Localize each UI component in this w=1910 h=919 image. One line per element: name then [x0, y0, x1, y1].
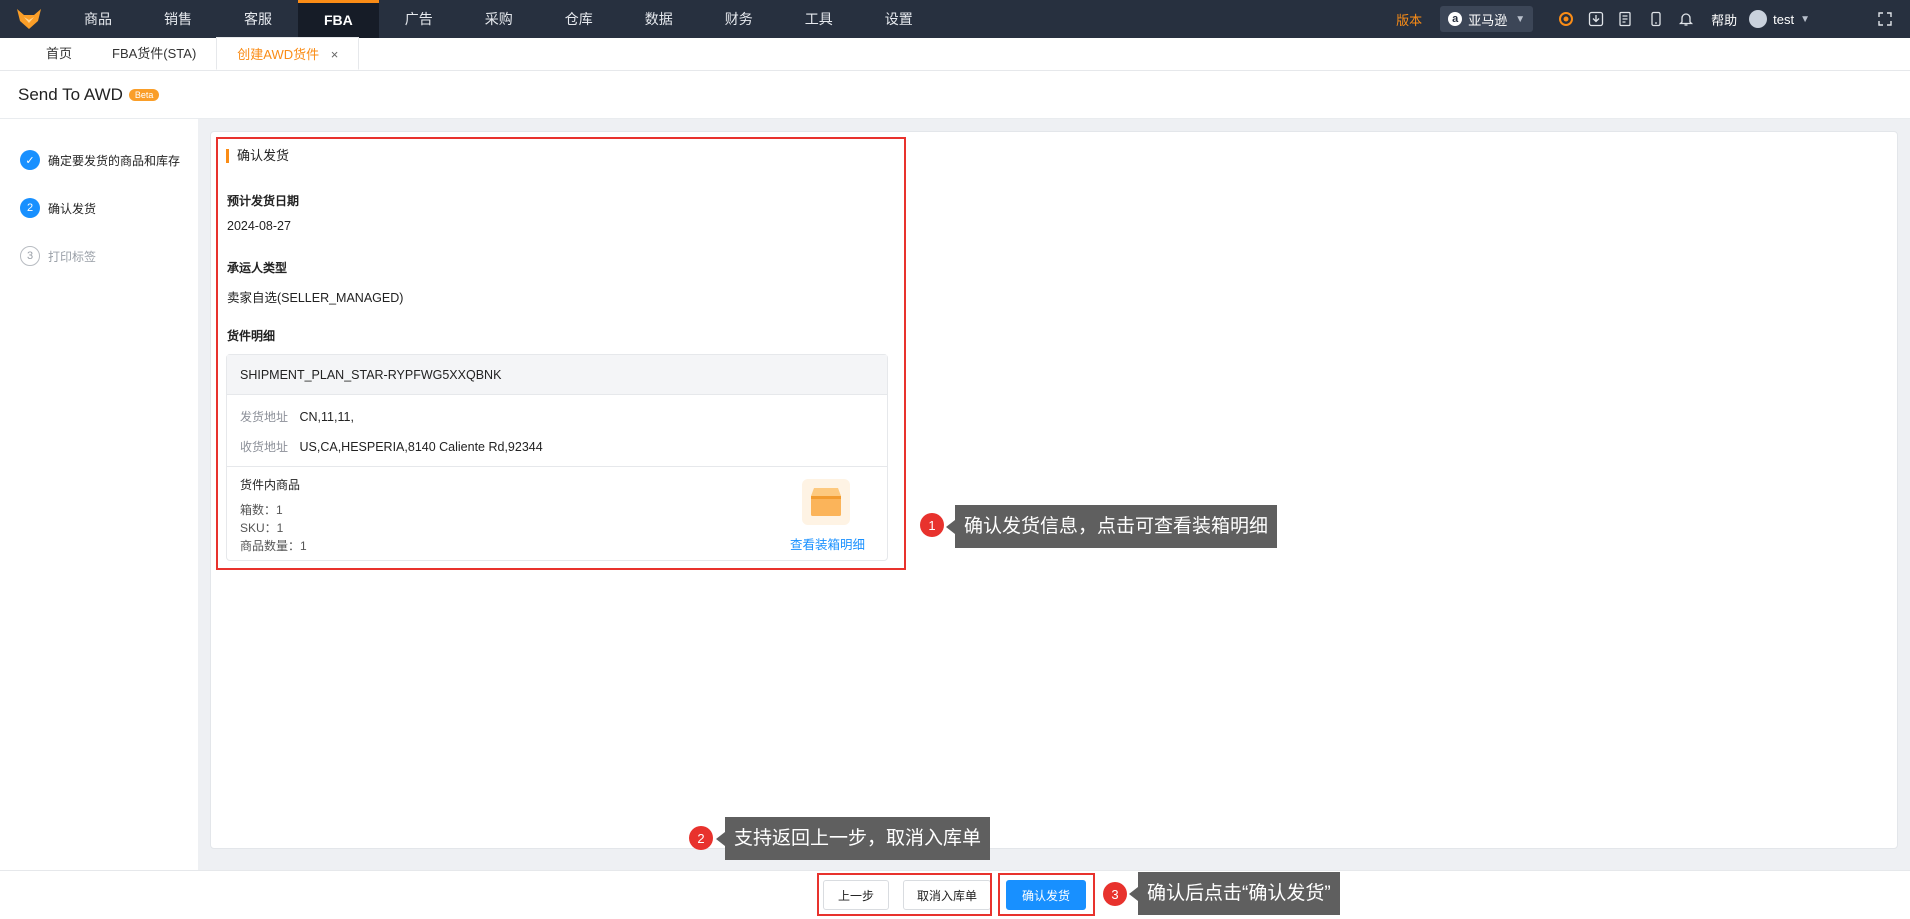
fullscreen-icon[interactable] — [1870, 0, 1900, 38]
carrier-value: 卖家自选(SELLER_MANAGED) — [227, 291, 404, 305]
ship-from-row: 发货地址 CN,11,11, — [240, 408, 354, 425]
ship-to-label: 收货地址 — [240, 440, 289, 454]
box-count: 箱数：1 — [240, 503, 283, 517]
step-number: 2 — [20, 198, 40, 218]
sku-count: SKU：1 — [240, 521, 284, 535]
nav-right-tools: 版本 a 亚马逊 ▼ 帮助 test ▼ — [1396, 0, 1910, 38]
ship-to-value: US,CA,HESPERIA,8140 Caliente Rd,92344 — [299, 440, 543, 454]
step-label: 打印标签 — [48, 249, 97, 264]
task-list-icon[interactable] — [1611, 0, 1641, 38]
help-link[interactable]: 帮助 — [1711, 10, 1737, 29]
tab-fba-shipments[interactable]: FBA货件(STA) — [92, 37, 216, 70]
step-label: 确定要发货的商品和库存 — [48, 153, 181, 168]
chevron-down-icon: ▼ — [1515, 13, 1526, 25]
step-number: 3 — [20, 246, 40, 266]
beta-badge: Beta — [128, 89, 160, 101]
nav-item-warehouse[interactable]: 仓库 — [539, 0, 619, 38]
confirm-shipment-button[interactable]: 确认发货 — [1006, 880, 1086, 910]
nav-item-fba[interactable]: FBA — [298, 0, 379, 38]
avatar — [1749, 10, 1768, 28]
ship-from-value: CN,11,11, — [299, 410, 354, 424]
ship-from-label: 发货地址 — [240, 410, 289, 424]
cancel-inbound-button[interactable]: 取消入库单 — [903, 880, 991, 910]
bell-icon[interactable] — [1671, 0, 1701, 38]
ship-date-label: 预计发货日期 — [227, 194, 300, 208]
carrier-label: 承运人类型 — [227, 261, 288, 275]
marketplace-select[interactable]: a 亚马逊 ▼ — [1440, 6, 1534, 32]
chevron-down-icon: ▼ — [1800, 13, 1810, 25]
fox-logo-icon — [17, 9, 41, 29]
view-box-detail-link[interactable]: 查看装箱明细 — [790, 534, 865, 553]
item-quantity: 商品数量：1 — [240, 539, 307, 553]
nav-item-ads[interactable]: 广告 — [379, 0, 459, 38]
step-select-products[interactable]: ✓ 确定要发货的商品和库存 — [20, 150, 180, 170]
box-icon[interactable] — [802, 479, 850, 525]
check-icon: ✓ — [20, 150, 40, 170]
amazon-icon: a — [1448, 12, 1463, 26]
tab-create-awd-label: 创建AWD货件 — [237, 47, 320, 62]
nav-item-tools[interactable]: 工具 — [779, 0, 859, 38]
annotation-badge-3: 3 — [1103, 882, 1127, 906]
annotation-callout-1: 确认发货信息，点击可查看装箱明细 — [945, 505, 1278, 548]
main-menu: 商品 销售 客服 FBA 广告 采购 仓库 数据 财务 工具 设置 — [58, 0, 939, 38]
step-confirm-shipment[interactable]: 2 确认发货 — [20, 198, 96, 218]
annotation-badge-2: 2 — [689, 826, 713, 850]
download-icon[interactable] — [1581, 0, 1611, 38]
nav-item-service[interactable]: 客服 — [218, 0, 298, 38]
shipment-id: SHIPMENT_PLAN_STAR-RYPFWG5XXQBNK — [227, 355, 887, 395]
divider — [227, 466, 887, 467]
ship-date-value: 2024-08-27 — [227, 219, 291, 233]
ship-to-row: 收货地址 US,CA,HESPERIA,8140 Caliente Rd,923… — [240, 438, 543, 455]
goods-title: 货件内商品 — [240, 478, 301, 492]
app-logo[interactable] — [0, 0, 58, 38]
step-label: 确认发货 — [48, 201, 97, 216]
notification-dot-icon[interactable] — [1551, 0, 1581, 38]
top-nav: 商品 销售 客服 FBA 广告 采购 仓库 数据 财务 工具 设置 版本 a 亚… — [0, 0, 1910, 38]
user-name: test — [1773, 11, 1795, 27]
shipment-detail-label: 货件明细 — [227, 329, 276, 343]
prev-step-button[interactable]: 上一步 — [823, 880, 889, 910]
nav-item-settings[interactable]: 设置 — [859, 0, 939, 38]
step-print-labels: 3 打印标签 — [20, 246, 96, 266]
tab-bar: 首页 FBA货件(STA) 创建AWD货件 × — [0, 37, 1910, 71]
annotation-badge-1: 1 — [920, 513, 944, 537]
mobile-icon[interactable] — [1641, 0, 1671, 38]
nav-item-finance[interactable]: 财务 — [699, 0, 779, 38]
nav-item-sales[interactable]: 销售 — [138, 0, 218, 38]
page-title: Send To AWD — [18, 85, 123, 104]
tab-create-awd[interactable]: 创建AWD货件 × — [216, 37, 360, 70]
tab-home[interactable]: 首页 — [26, 37, 92, 70]
nav-item-purchase[interactable]: 采购 — [459, 0, 539, 38]
step-sidebar: ✓ 确定要发货的商品和库存 2 确认发货 3 打印标签 — [0, 119, 198, 870]
page-header: Send To AWD Beta — [0, 72, 1910, 119]
user-menu[interactable]: test ▼ — [1749, 10, 1810, 28]
marketplace-label: 亚马逊 — [1468, 12, 1508, 28]
section-title: 确认发货 — [226, 149, 289, 163]
nav-item-products[interactable]: 商品 — [58, 0, 138, 38]
shipment-card: SHIPMENT_PLAN_STAR-RYPFWG5XXQBNK 发货地址 CN… — [226, 354, 888, 561]
version-link[interactable]: 版本 — [1396, 10, 1422, 29]
close-icon[interactable]: × — [331, 47, 339, 62]
nav-item-data[interactable]: 数据 — [619, 0, 699, 38]
annotation-callout-3: 确认后点击“确认发货” — [1129, 872, 1340, 915]
annotation-callout-2: 支持返回上一步，取消入库单 — [715, 817, 991, 860]
